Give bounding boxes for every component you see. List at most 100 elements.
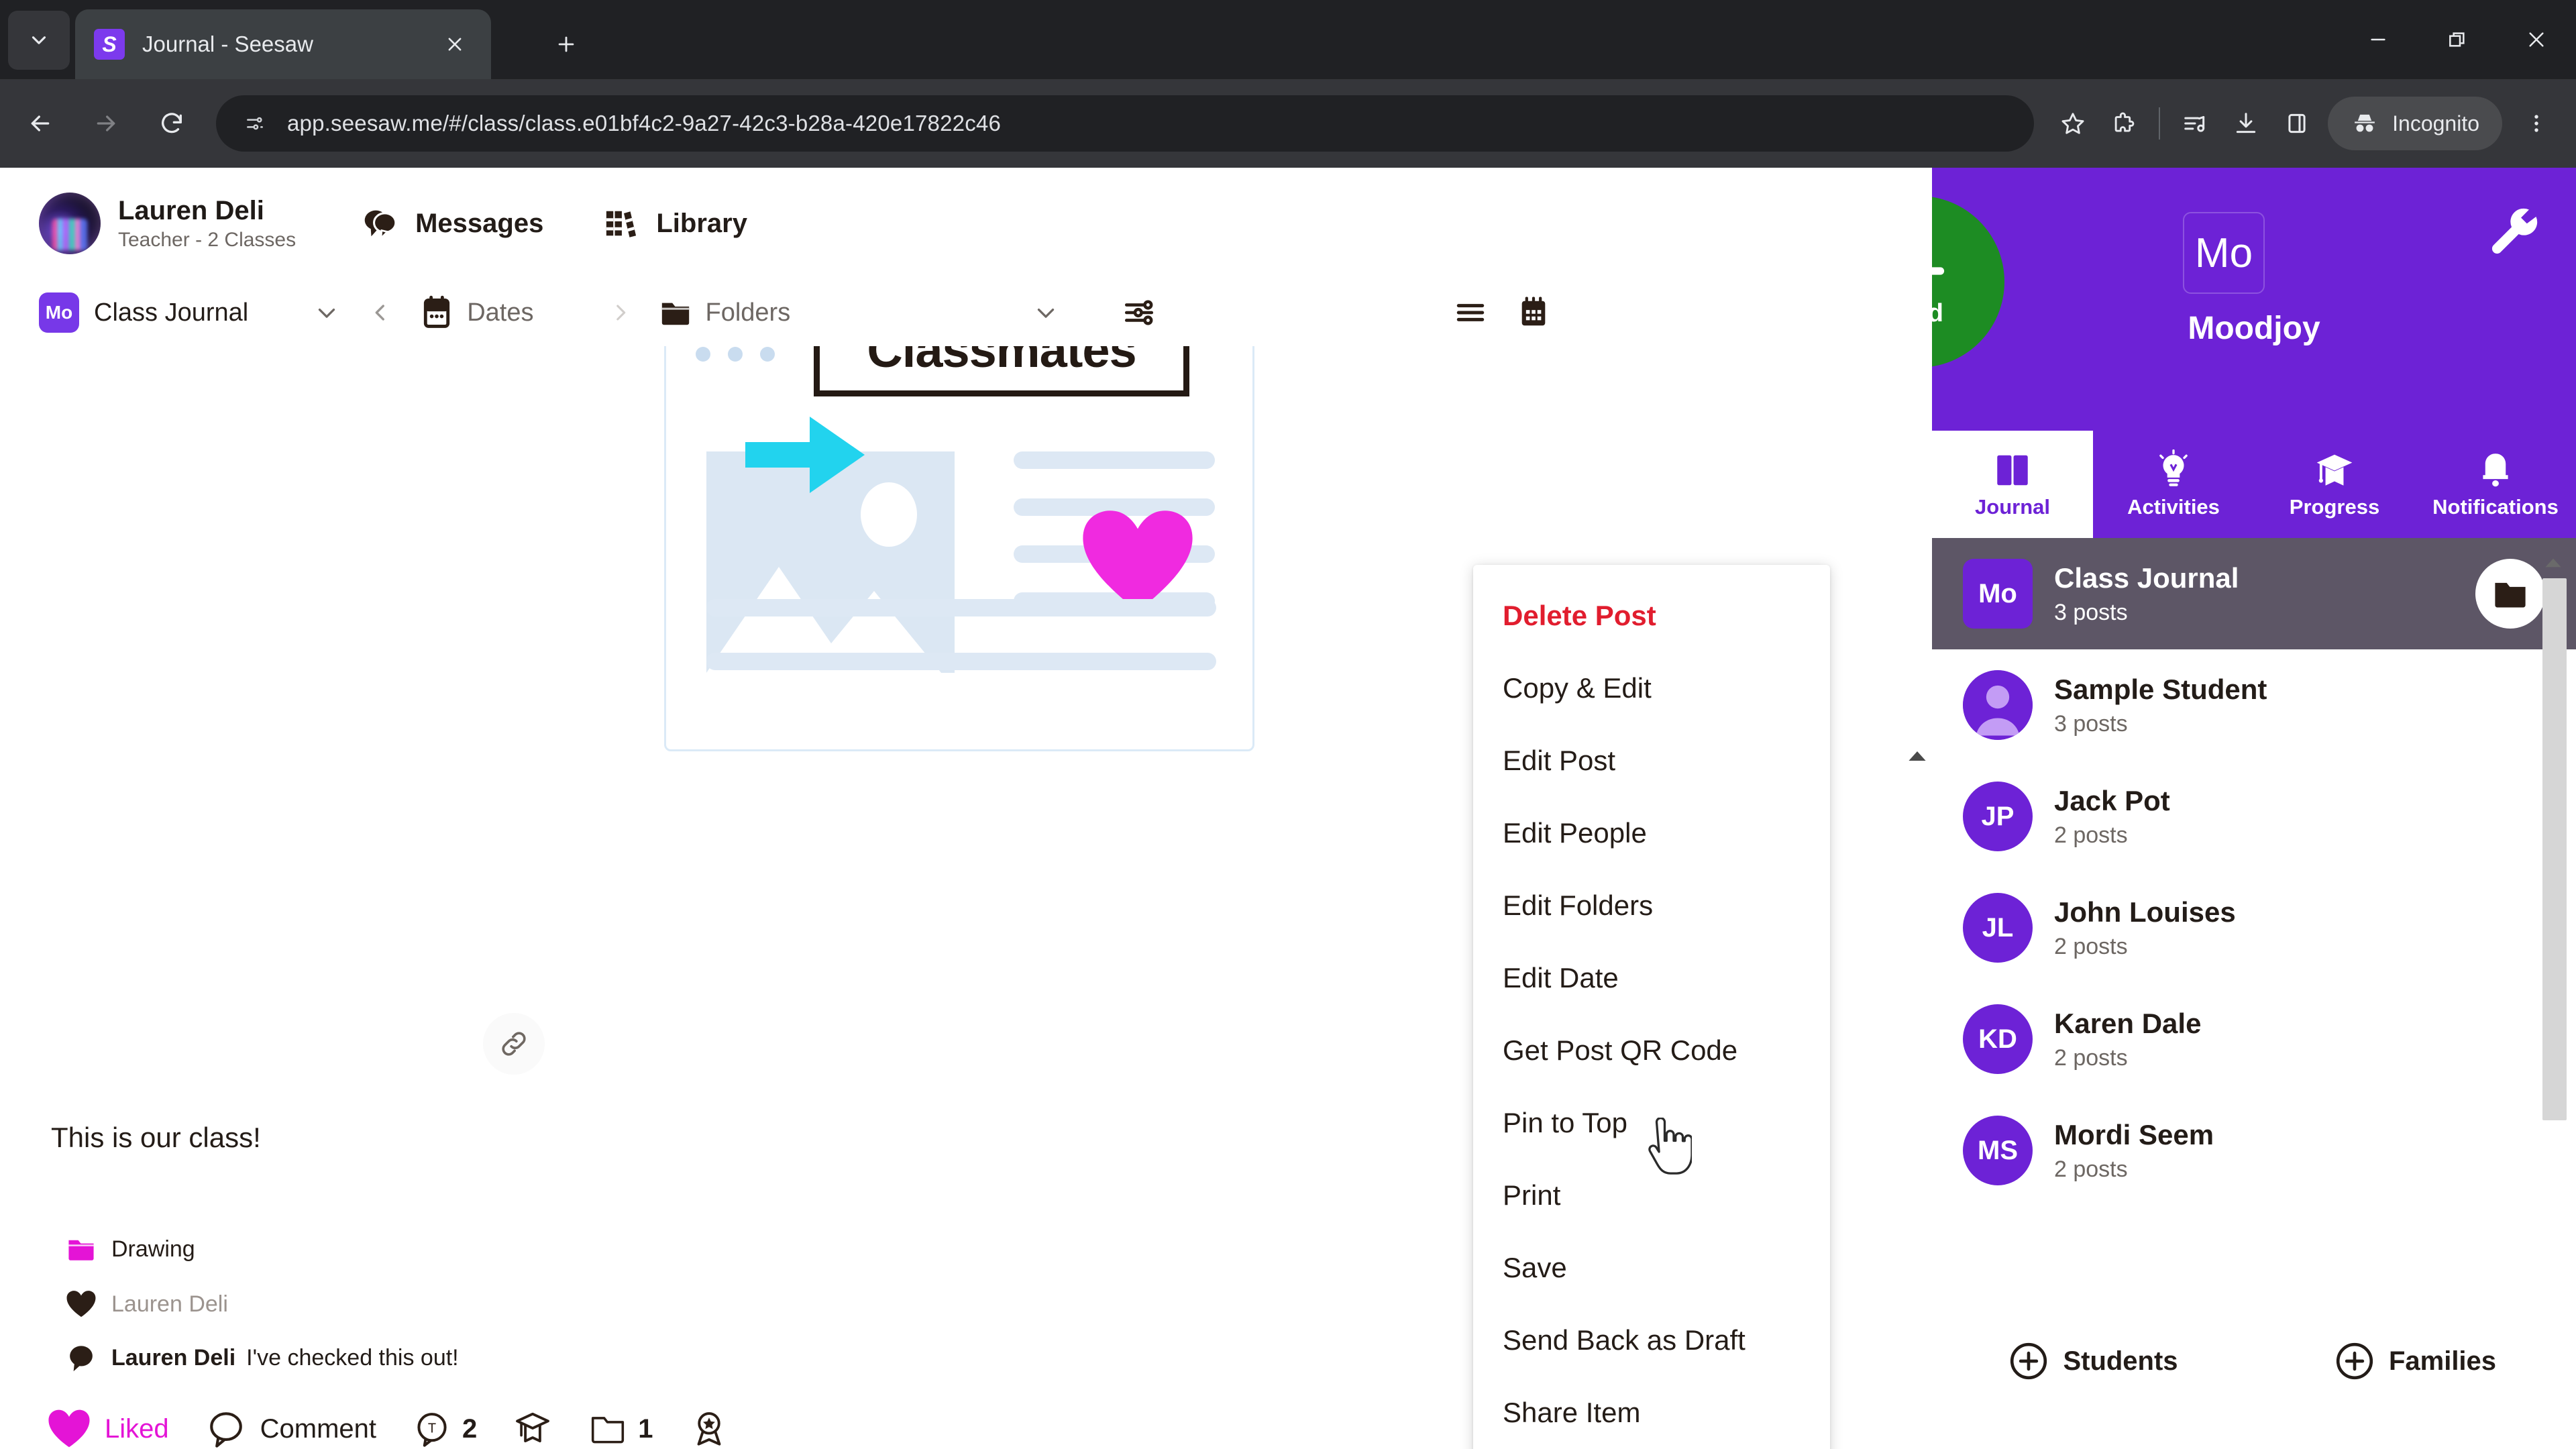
page-settings-icon[interactable] [237, 106, 272, 141]
folder-icon[interactable] [2475, 559, 2545, 629]
add-families-button[interactable]: Families [2254, 1340, 2576, 1382]
window-controls [2339, 0, 2576, 79]
list-item-jack-pot[interactable]: JP Jack Pot 2 posts [1932, 761, 2576, 872]
sidebar-scrollbar-thumb[interactable] [2542, 578, 2567, 1120]
menu-item-get-post-qr-code[interactable]: Get Post QR Code [1473, 1014, 1830, 1087]
folder-count-button[interactable]: 1 [588, 1410, 653, 1448]
breadcrumb-label-dates: Dates [467, 298, 534, 327]
menu-item-send-back-as-draft[interactable]: Send Back as Draft [1473, 1304, 1830, 1377]
skill-button[interactable] [513, 1409, 552, 1448]
favicon-letter: S [102, 32, 117, 56]
tab-journal[interactable]: Journal [1932, 431, 2093, 538]
list-item-mordi-seem[interactable]: MS Mordi Seem 2 posts [1932, 1095, 2576, 1206]
drawing-browser-mock: Classmates [664, 346, 1254, 751]
restore-icon[interactable] [2418, 0, 2497, 79]
menu-item-delete-post[interactable]: Delete Post [1473, 580, 1830, 652]
comment-button[interactable]: Comment [205, 1409, 376, 1448]
award-button[interactable] [690, 1409, 729, 1448]
sidebar-scrollbar-up-arrow[interactable] [2540, 551, 2567, 574]
menu-item-edit-date[interactable]: Edit Date [1473, 942, 1830, 1014]
incognito-badge[interactable]: Incognito [2328, 97, 2502, 150]
filter-dropdown-chevron-down-icon[interactable] [1032, 299, 1060, 327]
feed-scrollbar-track[interactable] [1907, 767, 1931, 1449]
star-icon[interactable] [2047, 98, 2098, 149]
messages-icon [364, 210, 397, 240]
new-tab-button[interactable] [543, 21, 589, 67]
list-view-icon[interactable] [1449, 291, 1492, 334]
three-dot-menu-icon[interactable] [2508, 95, 2565, 152]
nav-item-library[interactable]: Library [601, 207, 747, 240]
back-arrow-icon[interactable] [15, 98, 66, 149]
download-icon[interactable] [2220, 98, 2271, 149]
breadcrumb-label-folders: Folders [705, 298, 791, 327]
list-item-karen-dale[interactable]: KD Karen Dale 2 posts [1932, 983, 2576, 1095]
avatar: JP [1963, 782, 2033, 851]
class-selector[interactable]: Mo Class Journal [39, 292, 248, 333]
breadcrumb-dates[interactable]: Dates [420, 295, 534, 330]
wrench-icon[interactable] [2487, 207, 2544, 263]
tab-notifications[interactable]: Notifications [2415, 431, 2576, 538]
list-item-sample-student[interactable]: Sample Student 3 posts [1932, 649, 2576, 761]
reload-icon[interactable] [146, 98, 197, 149]
reading-list-icon[interactable] [2169, 98, 2220, 149]
tag-count-button[interactable]: T 2 [413, 1410, 477, 1448]
svg-text:T: T [428, 1421, 436, 1436]
tab-title: Journal - Seesaw [142, 32, 313, 56]
comment-icon [209, 1412, 242, 1448]
list-item-john-louises[interactable]: JL John Louises 2 posts [1932, 872, 2576, 983]
journal-book-icon [1997, 455, 2028, 486]
post-caption: This is our class! [51, 1122, 261, 1153]
filter-sliders-icon[interactable] [1118, 291, 1161, 334]
browser-tab[interactable]: S Journal - Seesaw [75, 9, 491, 79]
link-icon[interactable] [483, 1013, 545, 1075]
tab-progress[interactable]: Progress [2254, 431, 2415, 538]
side-panel-icon[interactable] [2271, 98, 2322, 149]
tab-label-activities: Activities [2127, 495, 2220, 519]
list-item-name: Jack Pot [2054, 785, 2170, 817]
address-bar[interactable]: app.seesaw.me/#/class/class.e01bf4c2-9a2… [216, 95, 2035, 152]
class-journal-badge: Mo [1963, 559, 2033, 629]
menu-item-share-item[interactable]: Share Item [1473, 1377, 1830, 1449]
nav-item-messages[interactable]: Messages [360, 207, 543, 240]
incognito-label: Incognito [2392, 111, 2479, 136]
menu-item-edit-folders[interactable]: Edit Folders [1473, 869, 1830, 942]
class-name: Moodjoy [2188, 311, 2320, 346]
sun-shape [861, 482, 917, 547]
chevron-down-icon[interactable] [313, 299, 341, 327]
drawing-title-box: Classmates [814, 346, 1189, 396]
post-folder-tag[interactable]: Drawing [51, 1234, 195, 1264]
breadcrumb-folders[interactable]: Folders [659, 295, 791, 330]
menu-item-edit-post[interactable]: Edit Post [1473, 724, 1830, 797]
menu-item-save[interactable]: Save [1473, 1232, 1830, 1304]
nav-label-library: Library [656, 208, 747, 238]
tab-activities[interactable]: Activities [2093, 431, 2254, 538]
menu-item-edit-people[interactable]: Edit People [1473, 797, 1830, 869]
chevron-right-icon[interactable] [609, 301, 632, 324]
minimize-icon[interactable] [2339, 0, 2418, 79]
avatar[interactable] [39, 193, 101, 254]
tab-search-icon[interactable] [8, 11, 70, 70]
close-icon[interactable] [437, 27, 472, 62]
app-root: S Journal - Seesaw app.seesaw.me/#/class… [0, 0, 2576, 1449]
post-liked-by-name: Lauren Deli [111, 1291, 228, 1317]
like-button[interactable]: Liked [47, 1409, 169, 1449]
forward-arrow-icon[interactable] [80, 98, 131, 149]
post-drawing[interactable]: Classmates [657, 346, 1261, 765]
add-students-button[interactable]: Students [1932, 1340, 2254, 1382]
menu-item-copy-and-edit[interactable]: Copy & Edit [1473, 652, 1830, 724]
skill-icon [516, 1412, 550, 1443]
list-item-class-journal[interactable]: Mo Class Journal 3 posts [1932, 538, 2576, 649]
mouse-cursor-pointer [1648, 1118, 1692, 1175]
window-close-icon[interactable] [2497, 0, 2576, 79]
arrow-right-icon [745, 417, 865, 493]
generic-person-icon [1963, 670, 2033, 740]
list-item-name: Karen Dale [2054, 1008, 2202, 1040]
extensions-icon[interactable] [2098, 98, 2149, 149]
add-families-label: Families [2388, 1346, 2497, 1376]
user-info[interactable]: Lauren Deli Teacher - 2 Classes [118, 195, 296, 252]
chevron-left-icon[interactable] [369, 301, 392, 324]
class-label: Class Journal [94, 298, 249, 327]
calendar-view-icon[interactable] [1512, 291, 1555, 334]
scrollbar-up-arrow[interactable] [1904, 745, 1931, 767]
post-comment-text: I've checked this out! [246, 1344, 459, 1371]
